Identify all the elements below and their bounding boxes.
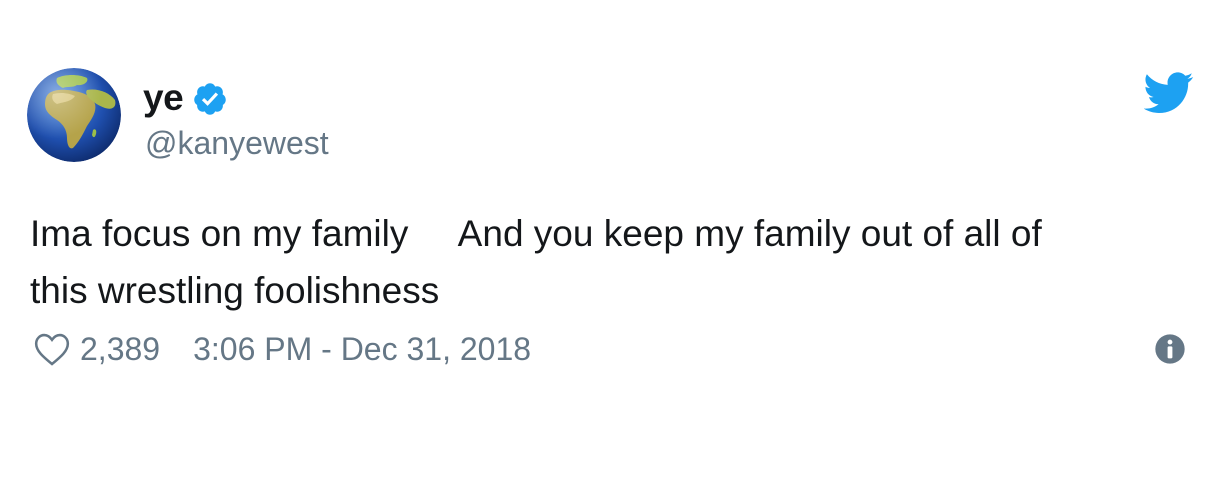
earth-globe-icon (27, 68, 121, 162)
tweet-text: Ima focus on my family And you keep my f… (30, 213, 1042, 311)
display-name-row: ye (143, 74, 228, 122)
tweet-footer: 2,389 3:06 PM - Dec 31, 2018 (33, 327, 531, 371)
heart-outline-icon[interactable] (33, 331, 71, 367)
like-count[interactable]: 2,389 (80, 331, 160, 368)
twitter-bird-icon[interactable] (1144, 72, 1194, 114)
avatar[interactable] (27, 68, 121, 162)
tweet-timestamp[interactable]: 3:06 PM - Dec 31, 2018 (193, 331, 531, 368)
info-circle-icon[interactable] (1154, 333, 1186, 365)
user-handle[interactable]: @kanyewest (145, 124, 329, 162)
verified-badge-icon (192, 81, 228, 117)
display-name[interactable]: ye (143, 78, 184, 118)
tweet-card: ye @kanyewest Ima focus on my family And… (0, 0, 1223, 501)
